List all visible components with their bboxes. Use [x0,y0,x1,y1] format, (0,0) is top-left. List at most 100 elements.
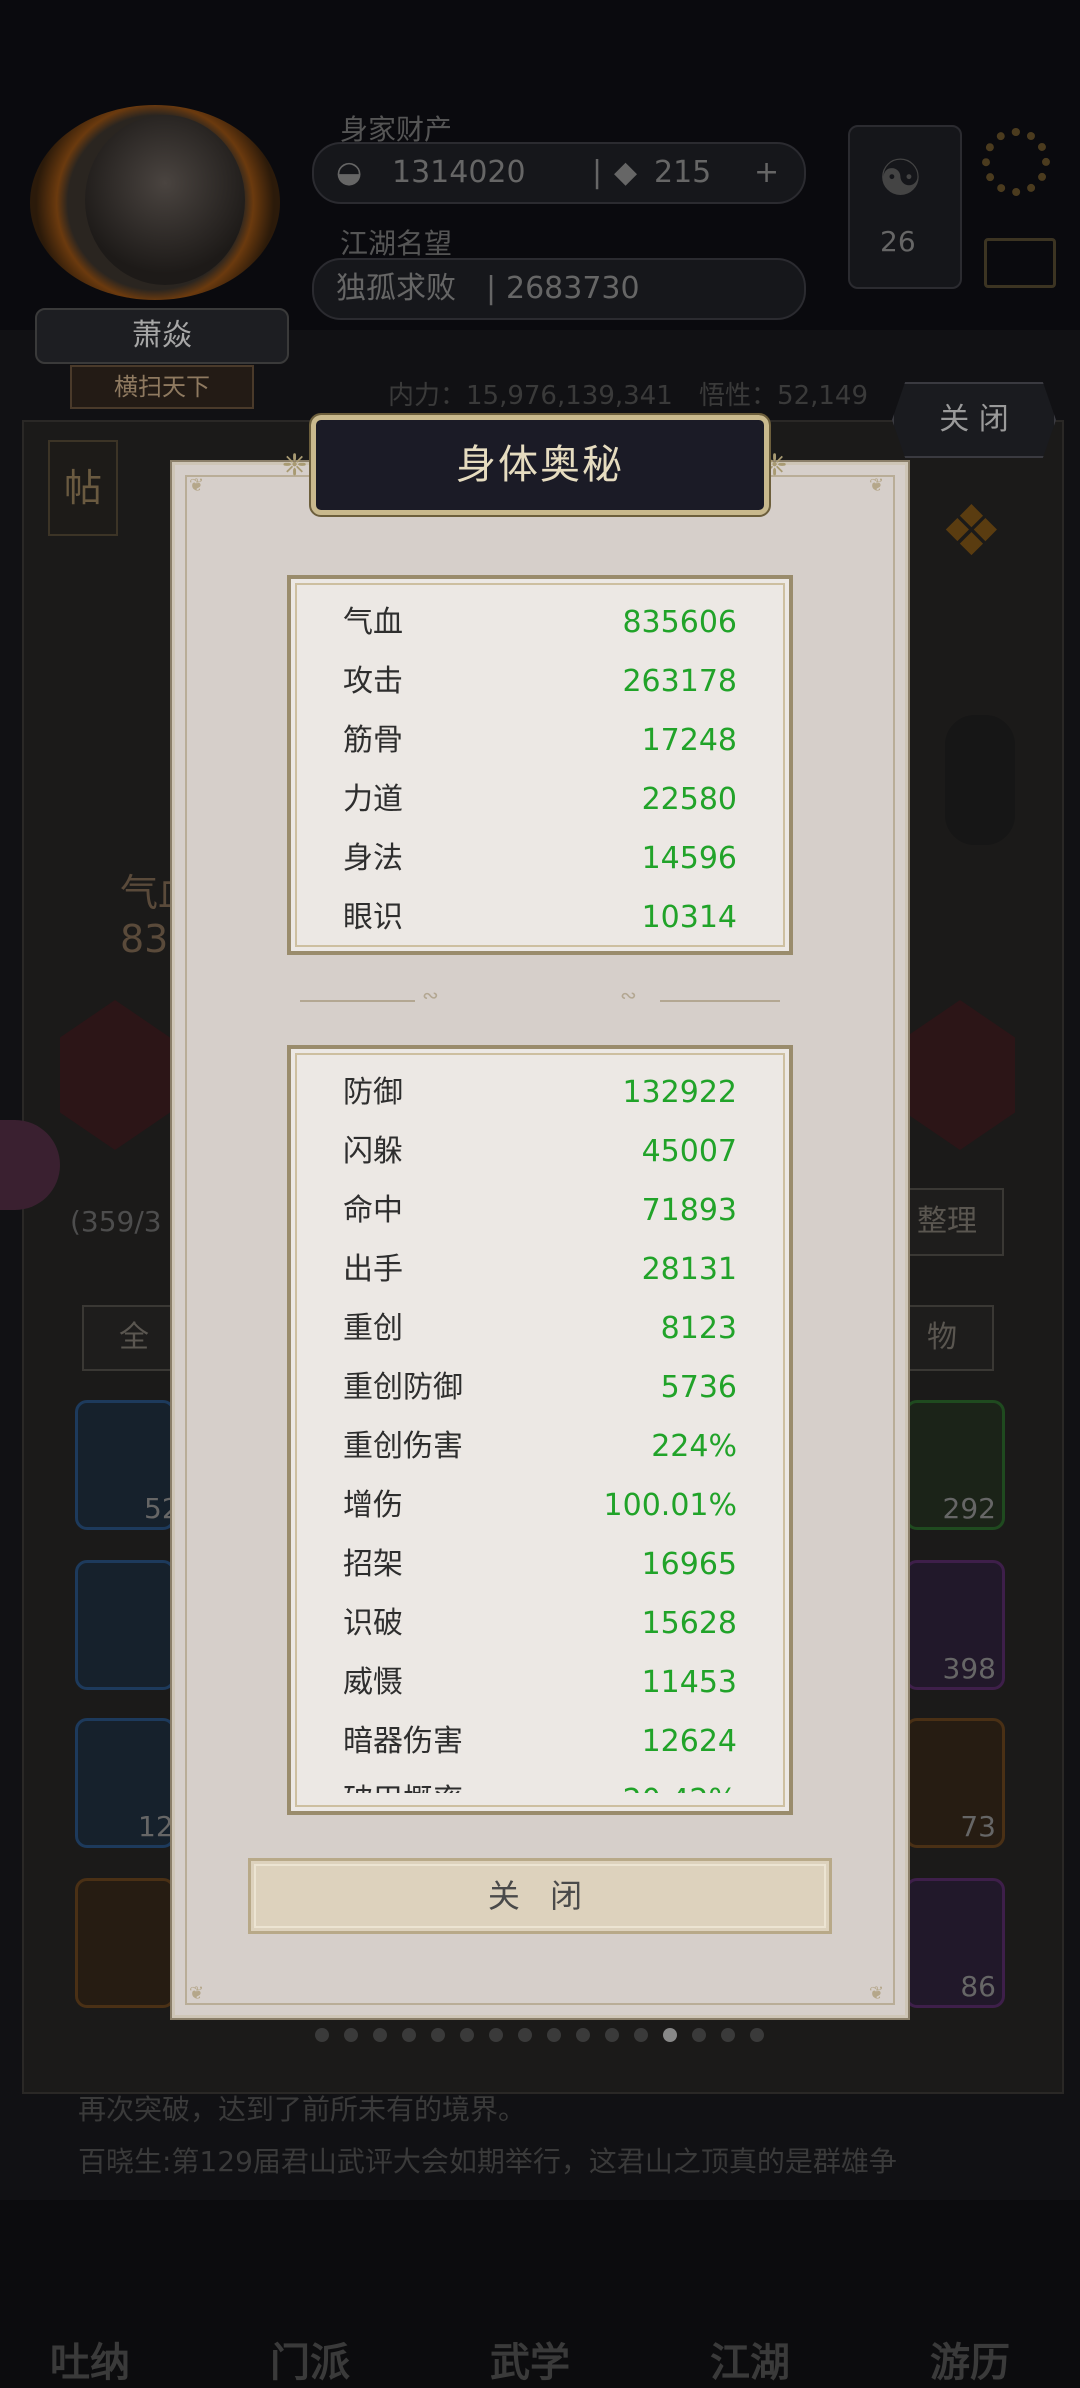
stat-label: 出手 [343,1252,403,1287]
inventory-tile[interactable]: 125 [75,1718,191,1848]
fame-bar: 独孤求败 | 2683730 [312,258,806,320]
comprehension: 悟性：52,149 [699,381,869,411]
lantern-icon[interactable]: ❖ [940,490,1020,620]
power-strip: 内力：15,976,139,341 悟性：52,149 [388,375,868,412]
inventory-tile[interactable]: 52 [75,1400,180,1530]
secondary-stats-box[interactable]: 防御 132922 闪躲 45007 命中 71893 出手 28131 重创 8123 … [287,1045,793,1815]
dialog-title: 身体奥秘 [309,413,771,517]
stat-label: 眼识 [343,900,403,935]
stat-label: 破甲概率 [343,1772,463,1793]
stat-value: 12624 [641,1724,737,1759]
player-name: 萧焱 [35,308,289,364]
inventory-tile[interactable]: 398 [905,1560,1005,1690]
fame-value: 2683730 [506,271,640,306]
stat-label: 气血 [343,605,403,640]
stat-value: 22580 [641,782,737,817]
filter-all-tab[interactable]: 全 [82,1305,186,1371]
stat-row: 破甲概率 20.42% [343,1772,737,1793]
stat-value: 14596 [641,841,737,876]
stat-label: 暗器伤害 [343,1724,463,1759]
stat-value: 100.01% [603,1488,737,1523]
stat-row: 威慑 11453 [343,1654,737,1712]
stat-label: 招架 [343,1547,403,1582]
notice-icon[interactable]: 帖 [48,440,118,536]
mail-icon[interactable] [984,238,1056,288]
stat-row: 力道 22580 [343,771,737,829]
fame-title: 独孤求败 [336,271,456,306]
stat-value: 45007 [641,1134,737,1169]
currency-bar: ◒ 1314020 | ◆ 215 + [312,142,806,204]
stat-label: 增伤 [343,1488,403,1523]
cloud-ornament-icon: ∾ [620,983,637,1007]
close-button[interactable]: 关 闭 [248,1858,832,1934]
stat-label: 防御 [343,1075,403,1110]
stat-row: 增伤 100.01% [343,1477,737,1535]
level-badge: 26 [880,225,916,258]
gear-icon[interactable] [982,128,1050,196]
stat-value: 224% [651,1429,737,1464]
background-close-button[interactable]: 关 闭 [892,382,1056,458]
nav-youli[interactable]: 游历 [930,2330,1010,2388]
tile-count: 86 [960,1970,996,2003]
nav-menpai[interactable]: 门派 [270,2330,350,2388]
news-line: 再次突破，达到了前所未有的境界。 [78,2093,527,2126]
stat-row: 筋骨 17248 [343,712,737,770]
jade-icon: ◆ [614,155,638,190]
stat-row: 命中 71893 [343,1182,737,1240]
inventory-tile[interactable]: 73 [905,1718,1005,1848]
stats-scroll-area[interactable]: 防御 132922 闪躲 45007 命中 71893 出手 28131 重创 8123 … [291,1049,789,1793]
stat-label: 识破 [343,1606,403,1641]
corner-ornament: ❦ [189,1983,205,2004]
tile-count: 398 [942,1652,996,1685]
nav-wuxue[interactable]: 武学 [490,2330,570,2388]
stat-row: 暗器伤害 12624 [343,1713,737,1771]
bag-count: (359/3 [70,1205,162,1238]
stat-label: 攻击 [343,664,403,699]
separator: | [486,271,497,306]
add-currency-button[interactable]: + [754,144,779,202]
stat-label: 闪躲 [343,1134,403,1169]
player-rank: 横扫天下 [70,365,254,409]
stat-row: 重创防御 5736 [343,1359,737,1417]
inventory-tile[interactable]: 86 [905,1878,1005,2008]
inventory-tile[interactable] [75,1878,175,2008]
stat-row: 出手 28131 [343,1241,737,1299]
inner-power: 内力：15,976,139,341 [388,381,673,411]
corner-ornament: ❦ [189,475,205,496]
corner-ornament: ❦ [869,475,885,496]
stat-row: 识破 15628 [343,1595,737,1653]
stat-value: 132922 [622,1075,737,1110]
stat-value: 15628 [641,1606,737,1641]
yinyang-badge[interactable]: ☯ [848,125,962,289]
inventory-tile[interactable]: 292 [905,1400,1005,1530]
cloud-ornament-icon: ∾ [422,983,439,1007]
stat-value: 263178 [622,664,737,699]
stat-label: 重创防御 [343,1370,463,1405]
nav-tuna[interactable]: 吐纳 [50,2330,130,2388]
gold-amount: 1314020 [392,155,526,190]
gold-ingot-icon: ◒ [336,155,363,190]
stat-label: 重创 [343,1311,403,1346]
section-divider: ∾ ∾ [300,983,780,1007]
stat-value: 8123 [660,1311,737,1346]
separator: | [592,155,603,190]
nav-jianghu[interactable]: 江湖 [710,2330,790,2388]
stat-value: 16965 [641,1547,737,1582]
armor-icon[interactable] [945,715,1015,845]
news-line: 百晓生:第129届君山武评大会如期举行，这君山之顶真的是群雄争 [78,2145,897,2178]
stat-label: 重创伤害 [343,1429,463,1464]
inventory-tile[interactable] [75,1560,175,1690]
stat-row: 眼识 10314 [343,889,737,947]
stat-row: 身法 14596 [343,830,737,888]
stat-value: 17248 [641,723,737,758]
stat-row: 气血 835606 [343,594,737,652]
stat-row: 重创伤害 224% [343,1418,737,1476]
primary-stats-box: 气血 835606 攻击 263178 筋骨 17248 力道 22580 身法 1459… [287,575,793,955]
stat-value: 11453 [641,1665,737,1700]
tile-count: 73 [960,1810,996,1843]
stat-row: 重创 8123 [343,1300,737,1358]
page-indicator [315,2027,779,2046]
stat-label: 力道 [343,782,403,817]
stat-label: 筋骨 [343,723,403,758]
corner-ornament: ❦ [869,1983,885,2004]
